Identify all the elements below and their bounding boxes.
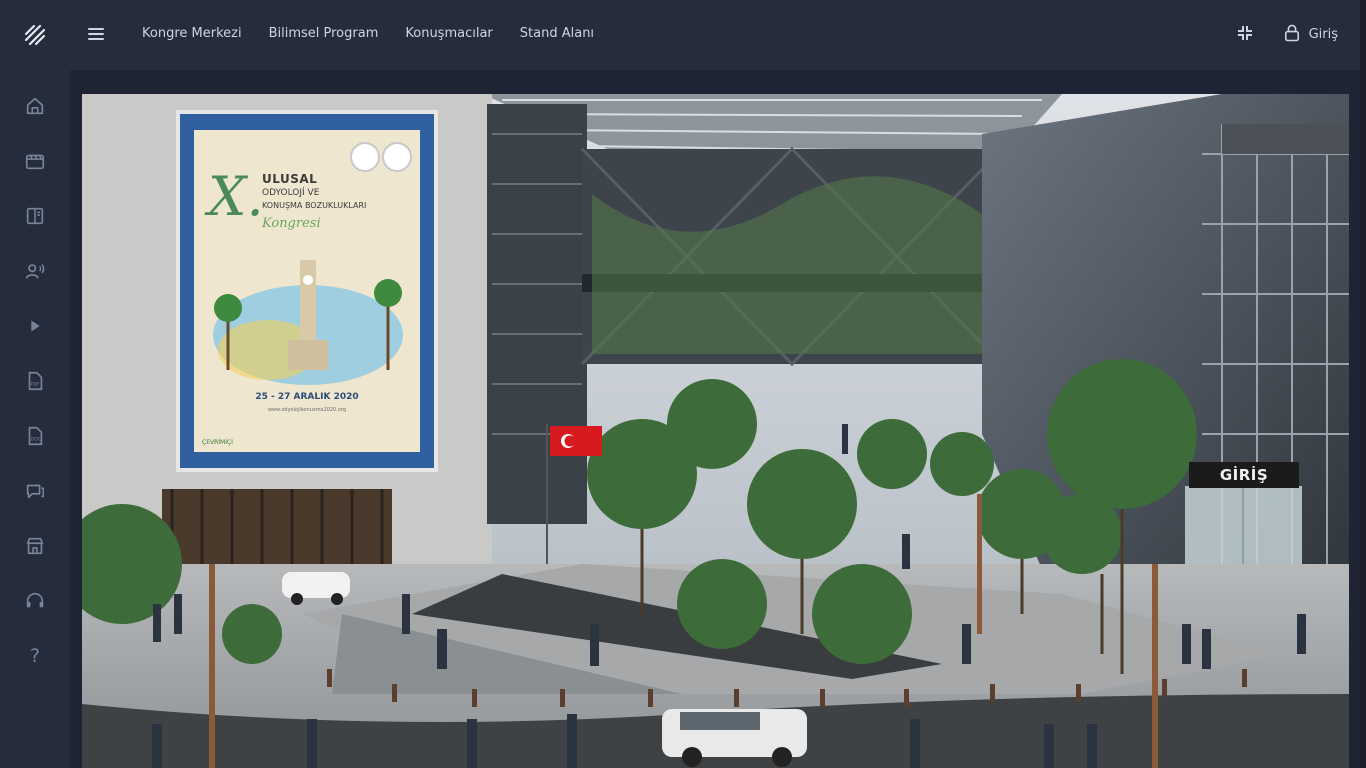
poster-date: 25 - 27 ARALIK 2020 <box>255 392 359 402</box>
login-label: Giriş <box>1308 27 1338 42</box>
poster-numeral: X. <box>208 165 264 228</box>
clock-tower-illustration <box>213 260 403 385</box>
nav-stand-alani[interactable]: Stand Alanı <box>520 26 594 41</box>
poster-line1: ULUSAL <box>262 172 318 186</box>
compress-icon[interactable] <box>1236 24 1254 42</box>
university-seal-icon <box>382 142 412 172</box>
chat-icon[interactable] <box>23 479 47 503</box>
question-icon[interactable]: ? <box>23 644 47 668</box>
congress-poster: X. ULUSAL ODYOLOJİ VE KONUŞMA BOZUKLUKLA… <box>194 130 420 452</box>
poster-online-badge: ÇEVRİMİÇİ <box>202 439 233 446</box>
brand-logo-icon[interactable] <box>24 24 46 46</box>
clapperboard-icon[interactable] <box>23 149 47 173</box>
login-button[interactable]: Giriş <box>1284 23 1338 42</box>
speaker-person-icon[interactable] <box>23 259 47 283</box>
congress-poster-billboard[interactable]: X. ULUSAL ODYOLOJİ VE KONUŞMA BOZUKLUKLA… <box>176 110 438 472</box>
svg-text:DOC: DOC <box>31 437 41 443</box>
poster-line3: KONUŞMA BOZUKLUKLARI <box>262 201 367 210</box>
book-icon[interactable] <box>23 204 47 228</box>
nav-bilimsel-program[interactable]: Bilimsel Program <box>269 26 379 41</box>
congress-center-render[interactable]: X. ULUSAL ODYOLOJİ VE KONUŞMA BOZUKLUKLA… <box>82 94 1349 768</box>
svg-text:PDF: PDF <box>31 382 40 388</box>
main-nav: Kongre Merkezi Bilimsel Program Konuşmac… <box>142 26 594 41</box>
top-bar: Kongre Merkezi Bilimsel Program Konuşmac… <box>70 0 1366 70</box>
home-icon[interactable] <box>23 94 47 118</box>
nav-konusmacilar[interactable]: Konuşmacılar <box>405 26 492 41</box>
pdf-file-icon[interactable]: PDF <box>23 369 47 393</box>
hamburger-menu-icon[interactable] <box>87 25 105 43</box>
poster-line2: ODYOLOJİ VE <box>262 188 320 198</box>
poster-url: www.odyolojikonusma2020.org <box>267 407 347 413</box>
lock-icon <box>1284 24 1299 42</box>
entrance-sign[interactable]: GİRİŞ <box>1189 462 1299 488</box>
page-scrollbar[interactable] <box>1360 0 1366 768</box>
sidebar: PDF DOC ? <box>0 0 70 768</box>
play-icon[interactable] <box>23 314 47 338</box>
doc-file-icon[interactable]: DOC <box>23 424 47 448</box>
association-seal-icon <box>350 142 380 172</box>
nav-kongre-merkezi[interactable]: Kongre Merkezi <box>142 26 242 41</box>
storefront-icon[interactable] <box>23 534 47 558</box>
headset-icon[interactable] <box>23 589 47 613</box>
poster-line4: Kongresi <box>262 216 321 231</box>
